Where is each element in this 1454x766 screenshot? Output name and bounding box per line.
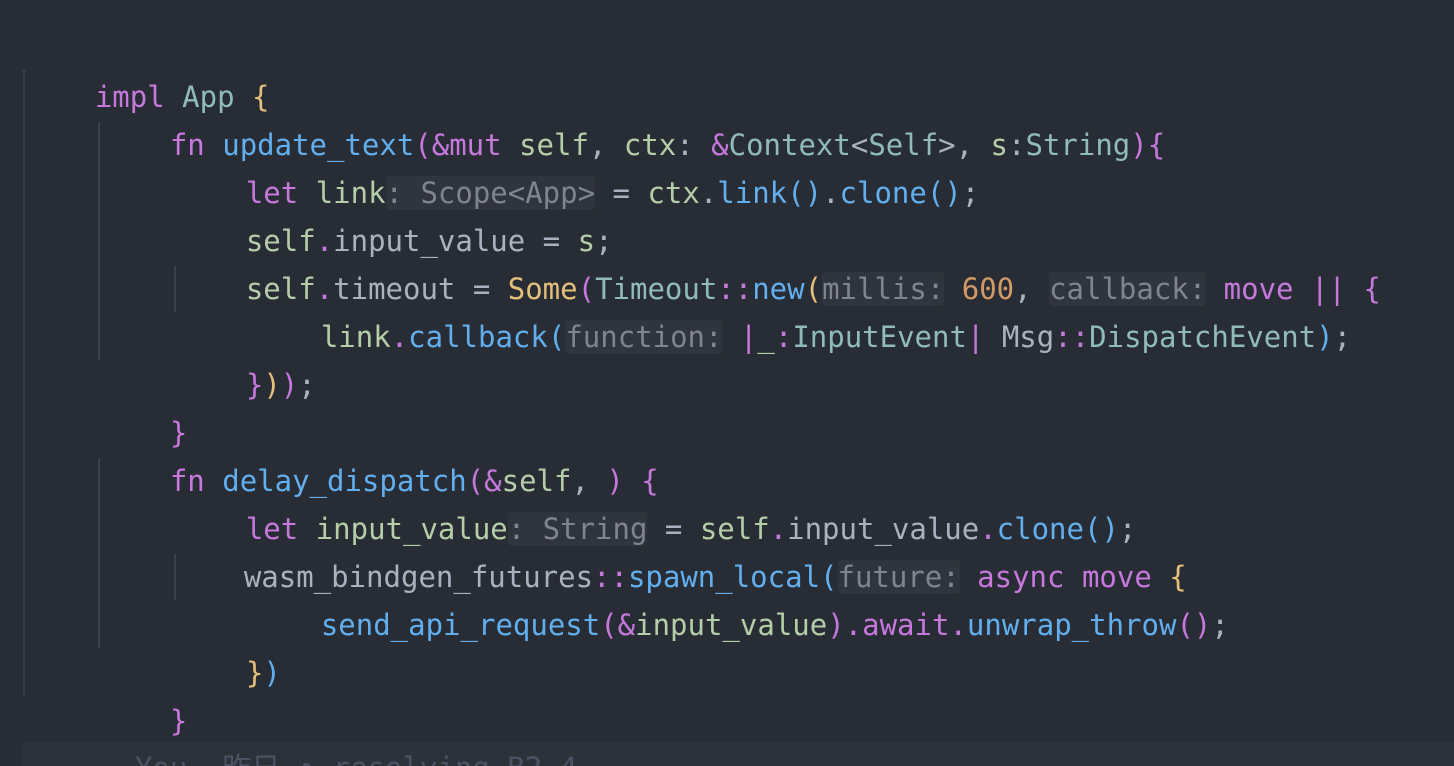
code-line-4[interactable]: self.input_value = s; [176,169,613,258]
code-line-8[interactable]: } [100,361,187,450]
punct: . [844,608,863,642]
paren: ) [263,656,281,690]
code-line-10[interactable]: let input_value: String = self.input_val… [176,457,1136,546]
paren: ) [1130,128,1148,162]
code-line-13[interactable]: }) [176,601,281,690]
operator: & [617,608,636,642]
method-name: clone [839,176,927,210]
type-name: InputEvent [792,320,967,354]
code-line-9[interactable]: fn delay_dispatch(&self, ) { [100,409,659,498]
punct: : [774,320,793,354]
function-name: send_api_request [320,608,601,642]
paren: ) [1316,320,1334,354]
punct: ; [1211,608,1229,642]
code-line-6[interactable]: link.callback(function: |_:InputEvent| M… [251,265,1351,354]
variable: s [990,128,1009,162]
git-blame-annotation: You, 昨日 • resolving B2-4 [135,744,577,766]
code-line-3[interactable]: let link: Scope<App> = ctx.link().clone(… [176,121,979,210]
code-line-5[interactable]: self.timeout = Some(Timeout::new(millis:… [176,217,1381,306]
punct: . [390,320,409,354]
paren: () [926,176,962,210]
code-editor[interactable]: impl App { fn update_text(&mut self, ctx… [0,0,1454,766]
brace: { [1147,128,1166,162]
code-line-12[interactable]: send_api_request(&input_value).await.unw… [251,553,1229,642]
punct: : [1008,128,1026,162]
punct: . [822,176,840,210]
paren: ( [547,320,566,354]
closure-pipe: | [966,320,1002,354]
code-line-11[interactable]: wasm_bindgen_futures::spawn_local(future… [174,505,1187,594]
path-sep: :: [1054,320,1090,354]
inlay-param-hint: function: [565,320,723,354]
type-name: Msg [1001,320,1055,354]
paren: () [787,176,823,210]
punct: ; [961,176,980,210]
method-name: callback [408,320,548,354]
punct: ; [1333,320,1352,354]
brace: } [245,656,264,690]
variable: link [320,320,391,354]
code-line-15[interactable]: } [25,697,112,766]
method-name: unwrap_throw [966,608,1177,642]
punct: . [949,608,967,642]
paren: ( [600,608,618,642]
paren: ) [827,608,845,642]
variable: _ [757,320,775,354]
variable: ctx [647,176,700,210]
enum-variant: DispatchEvent [1089,320,1317,354]
keyword: await [862,608,950,642]
closure-pipe: | [722,320,758,354]
variable: input_value [635,608,828,642]
brace: { [1363,272,1381,306]
punct: ; [298,368,316,402]
brace: } [169,704,188,738]
code-line-7[interactable]: })); [176,313,316,402]
paren: () [1176,608,1212,642]
punct: . [699,176,718,210]
brace: } [245,368,264,402]
paren: ) [263,368,281,402]
type-name: String [1025,128,1131,162]
code-line-2[interactable]: fn update_text(&mut self, ctx: &Context<… [100,73,1165,162]
code-line-1[interactable]: impl App { [25,25,270,114]
method-name: link [717,176,788,210]
paren: ) [280,368,299,402]
code-line-14[interactable]: } [100,649,187,738]
